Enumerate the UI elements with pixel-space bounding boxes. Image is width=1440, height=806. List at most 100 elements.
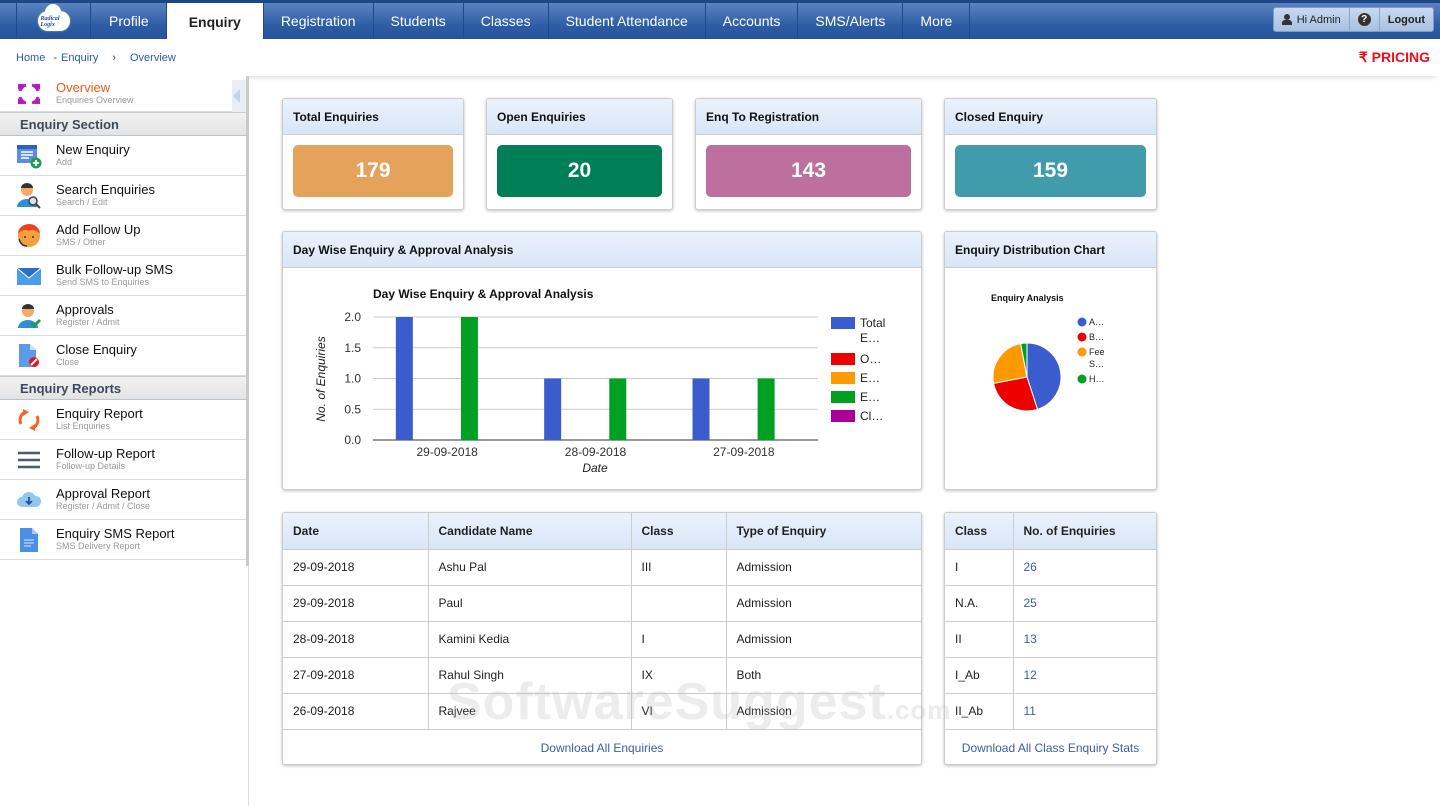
sidebar-item-search-enquiries[interactable]: Search Enquiries Search / Edit [0, 176, 246, 216]
sidebar-item-enquiry-report[interactable]: Enquiry Report List Enquiries [0, 400, 246, 440]
sidebar-item-enquiry-sms-report[interactable]: Enquiry SMS Report SMS Delivery Report [0, 520, 246, 560]
tab-accounts[interactable]: Accounts [706, 3, 799, 39]
sidebar-item-approvals[interactable]: Approvals Register / Admit [0, 296, 246, 336]
table-cell: I [631, 621, 727, 658]
sidebar-item-overview[interactable]: Overview Enquiries Overview [0, 76, 246, 112]
bar[interactable] [544, 378, 562, 441]
column-header-no-of-enquiries[interactable]: No. of Enquiries [1013, 513, 1156, 550]
sidebar-item-title: Search Enquiries [56, 182, 155, 197]
enquiry-count-link[interactable]: 25 [1013, 585, 1156, 622]
download-all-enquiries-link[interactable]: Download All Enquiries [541, 741, 664, 755]
table-cell: 27-09-2018 [283, 657, 429, 694]
enquiry-count-link[interactable]: 11 [1013, 693, 1156, 730]
stat-value[interactable]: 179 [293, 145, 453, 197]
table-row[interactable]: 29-09-2018 Ashu Pal III Admission [283, 549, 921, 586]
column-header-class[interactable]: Class [631, 513, 727, 550]
tab-profile[interactable]: Profile [92, 3, 167, 39]
breadcrumb: Home - Enquiry › Overview [16, 52, 176, 64]
table-row[interactable]: 28-09-2018 Kamini Kedia I Admission [283, 621, 921, 658]
y-tick-label: 1.5 [344, 341, 361, 355]
tab-more[interactable]: More [903, 3, 971, 39]
recent-enquiries-panel: Date Candidate Name Class Type of Enquir… [282, 512, 922, 765]
column-header-type[interactable]: Type of Enquiry [726, 513, 921, 550]
sidebar-item-add-follow-up[interactable]: Add Follow Up SMS / Other [0, 216, 246, 256]
tab-classes[interactable]: Classes [464, 3, 549, 39]
user-menu-button[interactable]: Hi Admin [1274, 8, 1350, 31]
legend-label[interactable]: Fee [1089, 347, 1105, 357]
tab-students[interactable]: Students [374, 3, 464, 39]
stat-value[interactable]: 20 [497, 145, 662, 197]
legend-label[interactable]: O… [860, 352, 881, 366]
logout-button[interactable]: Logout [1380, 8, 1433, 31]
bar[interactable] [460, 317, 478, 440]
sidebar-item-title: Close Enquiry [56, 342, 137, 357]
document-block-icon [16, 343, 42, 369]
breadcrumb-home[interactable]: Home [16, 52, 45, 64]
legend-label[interactable]: Total [860, 316, 885, 330]
class-enquiry-stats-panel: Class No. of Enquiries I 26 N.A. 25 II 13 I_Ab… [944, 512, 1157, 765]
table-row[interactable]: 26-09-2018 Rajvee VI Admission [283, 693, 921, 730]
enquiry-count-link[interactable]: 12 [1013, 657, 1156, 694]
legend-label[interactable]: B… [1089, 332, 1104, 342]
bar[interactable] [757, 378, 775, 441]
table-cell: VI [631, 693, 727, 730]
cloud-logo-icon: Radical Logix [37, 4, 70, 31]
pricing-link[interactable]: ₹ PRICING [1359, 49, 1430, 66]
bar[interactable] [692, 378, 710, 441]
x-tick-label: 28-09-2018 [565, 445, 627, 459]
day-wise-analysis-panel: Day Wise Enquiry & Approval Analysis Day… [282, 231, 922, 490]
column-header-date[interactable]: Date [283, 513, 429, 550]
legend-label[interactable]: H… [1089, 374, 1105, 384]
stat-card-open-enquiries: Open Enquiries 20 [486, 98, 673, 210]
tab-student-attendance[interactable]: Student Attendance [549, 3, 706, 39]
stat-card-title: Closed Enquiry [945, 99, 1156, 135]
breadcrumb-enquiry[interactable]: Enquiry [61, 52, 98, 64]
x-tick-label: 27-09-2018 [713, 445, 775, 459]
column-header-candidate-name[interactable]: Candidate Name [428, 513, 632, 550]
legend-swatch [1077, 317, 1087, 327]
table-cell: Kamini Kedia [428, 621, 632, 658]
y-tick-label: 1.0 [344, 372, 361, 386]
class-cell: I [945, 549, 1014, 586]
legend-label[interactable]: A… [1089, 317, 1104, 327]
stat-card-closed-enquiry: Closed Enquiry 159 [944, 98, 1157, 210]
top-navigation-bar: Radical Logix Profile Enquiry Registrati… [0, 0, 1440, 40]
chart-title: Enquiry Analysis [991, 293, 1064, 303]
sidebar-item-subtitle: Enquiries Overview [56, 95, 134, 105]
tab-sms-alerts[interactable]: SMS/Alerts [798, 3, 904, 39]
legend-label[interactable]: E… [860, 390, 880, 404]
sidebar-item-new-enquiry[interactable]: New Enquiry Add [0, 136, 246, 176]
sidebar-item-subtitle: Search / Edit [56, 197, 108, 207]
sidebar-item-close-enquiry[interactable]: Close Enquiry Close [0, 336, 246, 376]
column-header-class[interactable]: Class [945, 513, 1014, 550]
table-row[interactable]: 27-09-2018 Rahul Singh IX Both [283, 657, 921, 694]
sidebar-item-approval-report[interactable]: Approval Report Register / Admit / Close [0, 480, 246, 520]
table-row[interactable]: 29-09-2018 Paul Admission [283, 585, 921, 622]
bar[interactable] [609, 378, 627, 441]
enquiry-count-link[interactable]: 26 [1013, 549, 1156, 586]
sidebar-item-follow-up-report[interactable]: Follow-up Report Follow-up Details [0, 440, 246, 480]
breadcrumb-overview[interactable]: Overview [130, 52, 176, 64]
sidebar-item-title: Enquiry Report [56, 406, 143, 421]
app-logo[interactable]: Radical Logix [16, 3, 91, 39]
tab-enquiry[interactable]: Enquiry [166, 3, 264, 40]
sidebar-item-subtitle: SMS / Other [56, 237, 106, 247]
legend-label-continued: E… [860, 331, 880, 345]
stat-value[interactable]: 143 [706, 145, 911, 197]
table-cell: IX [631, 657, 727, 694]
class-stats-table: Class No. of Enquiries I 26 N.A. 25 II 13 I_Ab… [945, 513, 1156, 730]
table-cell: III [631, 549, 727, 586]
legend-label[interactable]: Cl… [860, 409, 883, 423]
download-class-stats-link[interactable]: Download All Class Enquiry Stats [962, 741, 1139, 755]
help-button[interactable]: ? [1350, 8, 1380, 31]
bar[interactable] [395, 317, 413, 440]
sidebar-item-bulk-follow-up-sms[interactable]: Bulk Follow-up SMS Send SMS to Enquiries [0, 256, 246, 296]
help-icon: ? [1357, 13, 1371, 26]
enquiry-count-link[interactable]: 13 [1013, 621, 1156, 658]
x-tick-label: 29-09-2018 [416, 445, 478, 459]
chart-title: Day Wise Enquiry & Approval Analysis [373, 287, 594, 301]
stat-value[interactable]: 159 [955, 145, 1146, 197]
table-row: I 26 [945, 549, 1156, 586]
tab-registration[interactable]: Registration [264, 3, 374, 39]
legend-label[interactable]: E… [860, 371, 880, 385]
